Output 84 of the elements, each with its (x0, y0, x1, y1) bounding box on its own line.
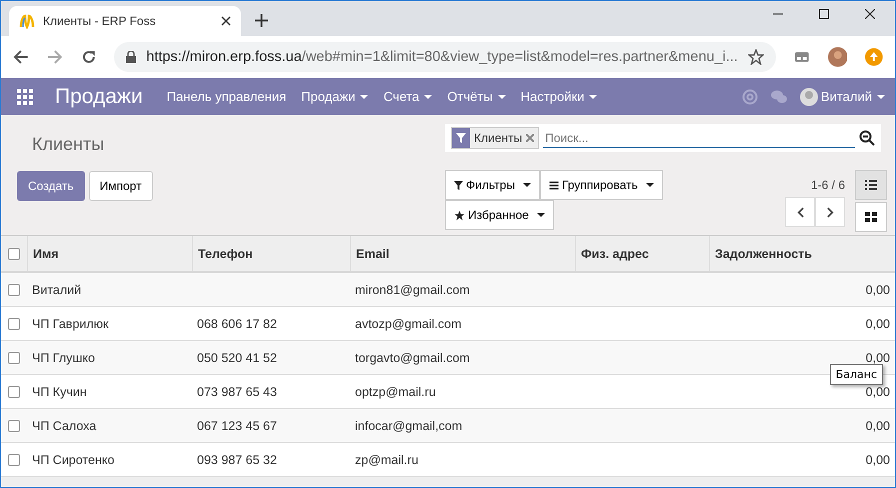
menu-item[interactable]: Отчёты (447, 89, 506, 104)
app-name[interactable]: Продажи (55, 84, 143, 109)
table-cell: Виталий (32, 282, 82, 297)
star-icon[interactable] (748, 49, 764, 66)
table-cell: ЧП Салоха (32, 418, 96, 433)
table-cell: 093 987 65 32 (197, 452, 277, 467)
address-bar[interactable]: https://miron.erp.foss.ua/web#min=1&limit=80&view_type=list&model=res.partner&menu_i... (114, 42, 776, 72)
filter-dropdown[interactable]: Фильтры (445, 170, 540, 200)
chevron-left-icon (796, 206, 804, 218)
filter-dropdown[interactable]: Избранное (445, 200, 554, 230)
column-header[interactable]: Телефон (192, 236, 350, 272)
table-cell: ЧП Сиротенко (32, 452, 114, 467)
table-cell: infocar@gmail,com (355, 418, 462, 433)
previous-button[interactable] (785, 197, 815, 228)
view-switch-button[interactable] (855, 202, 887, 232)
forward-icon[interactable] (46, 49, 62, 66)
update-icon[interactable] (865, 48, 883, 66)
column-header[interactable]: Email (350, 236, 575, 272)
row-checkbox[interactable] (8, 284, 20, 296)
table-cell: torgavto@gmail.com (355, 350, 470, 365)
row-checkbox[interactable] (8, 454, 20, 466)
row-checkbox[interactable] (8, 386, 20, 398)
table-cell: 067 123 45 67 (197, 418, 277, 433)
list-icon (548, 180, 559, 190)
back-icon[interactable] (13, 49, 29, 66)
column-header[interactable]: Физ. адрес (575, 236, 709, 272)
table-cell: 073 987 65 43 (197, 384, 277, 399)
table-cell: 068 606 17 82 (197, 316, 277, 331)
avatar-icon[interactable] (828, 47, 848, 68)
star-icon (454, 210, 465, 221)
tab-title: Клиенты - ERP Foss (43, 14, 157, 28)
table-cell: optzp@mail.ru (355, 384, 436, 399)
menu-item[interactable]: Настройки (520, 89, 598, 104)
menu-item[interactable]: Продажи (301, 89, 368, 104)
table-cell: avtozp@gmail.com (355, 316, 462, 331)
view-switch-button[interactable] (855, 170, 887, 200)
menu-item[interactable]: Счета (383, 89, 432, 104)
new-tab-icon[interactable] (255, 14, 268, 27)
table-cell: miron81@gmail.com (355, 282, 470, 297)
user-menu[interactable]: Виталий (800, 88, 885, 106)
url-text: https://miron.erp.foss.ua/web#min=1&limit=80&view_type=list&model=res.partner&menu_i... (146, 49, 738, 66)
filter-icon (456, 133, 466, 144)
facet-label: Клиенты (474, 131, 522, 146)
table-cell: 050 520 41 52 (197, 350, 277, 365)
filter-icon (454, 180, 463, 190)
table-cell: ЧП Кучин (32, 384, 87, 399)
table-cell: zp@mail.ru (355, 452, 418, 467)
row-checkbox[interactable] (8, 318, 20, 330)
tooltip: Баланс (830, 364, 883, 386)
row-checkbox[interactable] (8, 420, 20, 432)
table-cell: 0,00 (866, 418, 890, 433)
lock-icon (126, 51, 136, 64)
next-button[interactable] (815, 197, 845, 228)
search-icon[interactable] (859, 130, 875, 146)
avatar-icon (800, 88, 818, 106)
close-icon[interactable] (221, 16, 231, 26)
app-logo-icon (19, 12, 35, 29)
menu-item[interactable]: Панель управления (166, 89, 286, 104)
grid-icon (865, 212, 877, 222)
chevron-right-icon (826, 206, 834, 218)
column-header[interactable]: Задолженность (709, 236, 895, 272)
table-cell: 0,00 (866, 282, 890, 297)
create-button[interactable]: Создать (17, 171, 85, 202)
maximize-icon[interactable] (819, 9, 829, 19)
table-cell: ЧП Глушко (32, 350, 95, 365)
close-icon[interactable] (865, 9, 875, 19)
select-all-checkbox[interactable] (8, 248, 20, 260)
reload-icon[interactable] (80, 49, 96, 66)
search-field[interactable]: Клиенты Поиск... (445, 124, 881, 152)
row-checkbox[interactable] (8, 352, 20, 364)
table-cell: 0,00 (866, 384, 890, 399)
browser-tab[interactable]: Клиенты - ERP Foss (9, 6, 241, 36)
table-cell: 0,00 (866, 350, 890, 365)
remove-icon[interactable] (526, 134, 534, 142)
table-cell: 0,00 (866, 316, 890, 331)
table-cell: ЧП Гаврилюк (32, 316, 109, 331)
table-cell: 0,00 (866, 452, 890, 467)
column-header[interactable]: Имя (27, 236, 192, 272)
import-button[interactable]: Импорт (88, 171, 153, 202)
list-icon (865, 180, 877, 190)
filter-dropdown[interactable]: Группировать (540, 170, 663, 200)
pager-value: 1-6 / 6 (810, 178, 845, 192)
page-title: Клиенты (32, 134, 106, 156)
apps-menu-icon[interactable] (17, 88, 33, 105)
